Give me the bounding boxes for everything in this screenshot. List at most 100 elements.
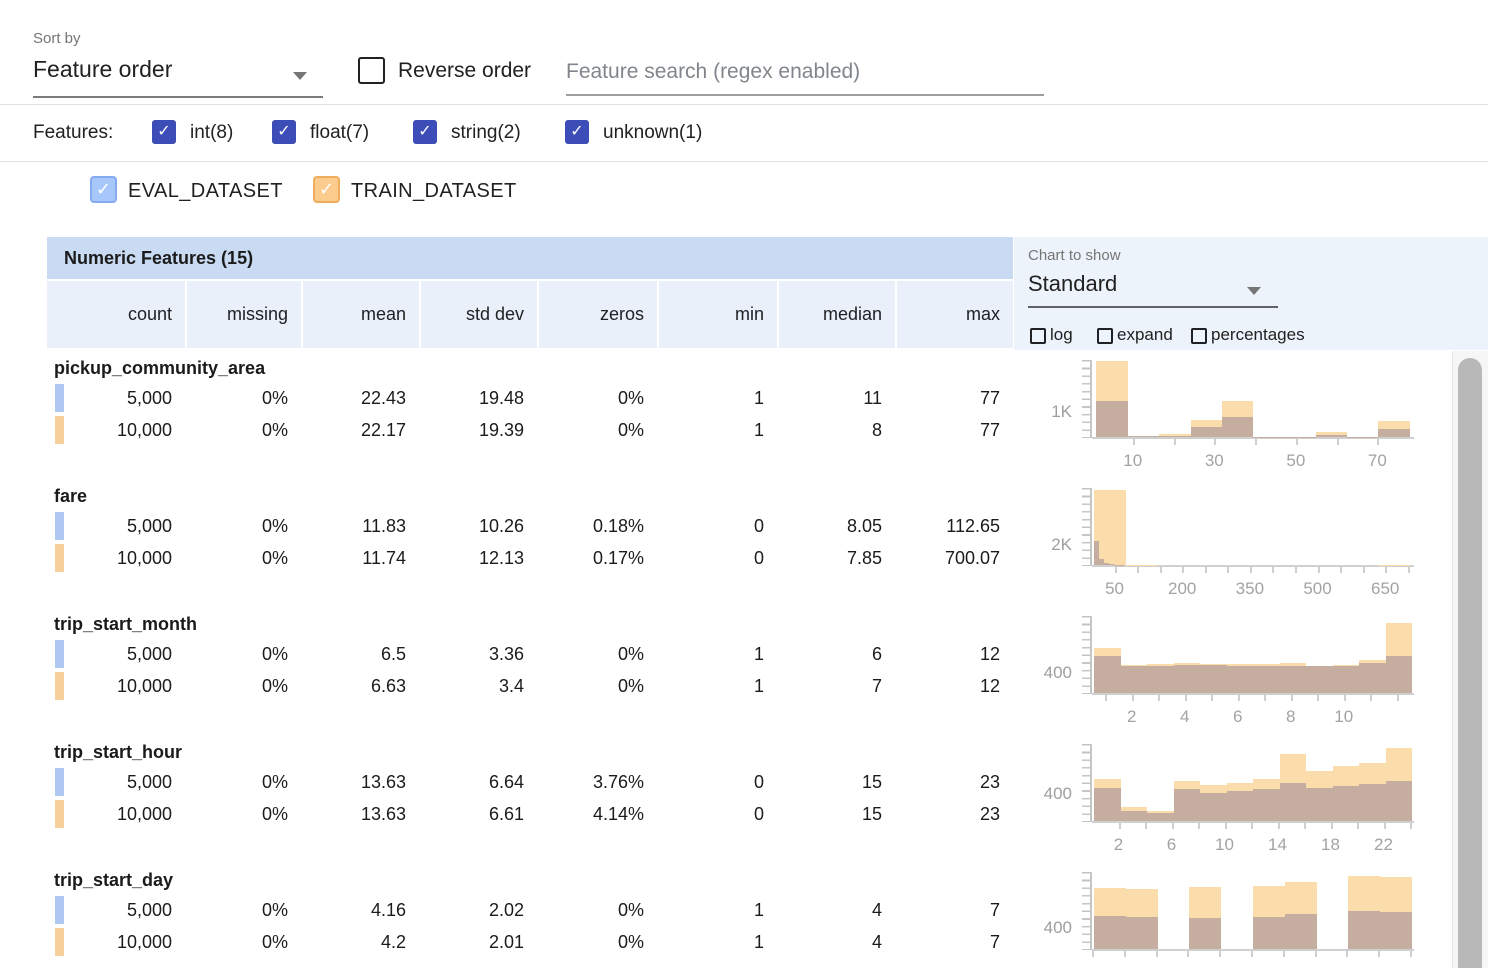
- percentages-label: percentages: [1211, 325, 1305, 345]
- x-axis-tick: [1156, 951, 1158, 957]
- eval-histogram-bar: [1191, 427, 1222, 437]
- x-axis-tick: [1214, 439, 1216, 445]
- stat-cell: 8.05: [777, 510, 895, 542]
- y-axis-ruler: [1082, 872, 1092, 950]
- column-header-count[interactable]: count: [47, 281, 185, 348]
- feature-name: pickup_community_area: [47, 352, 1013, 382]
- x-axis-tick: [1363, 567, 1365, 573]
- stat-cell: 4: [777, 894, 895, 926]
- chevron-down-icon[interactable]: [293, 72, 307, 80]
- x-axis-tick: [1187, 951, 1189, 957]
- column-header-min[interactable]: min: [657, 281, 777, 348]
- eval-stats-row: 5,000 0% 13.63 6.64 3.76% 0 15 23: [47, 766, 1013, 798]
- chart-dropdown-underline: [1028, 306, 1278, 308]
- reverse-order-checkbox[interactable]: [358, 57, 385, 84]
- x-axis-tick: [1304, 823, 1306, 829]
- stat-cell: 12.13: [419, 542, 537, 574]
- x-axis-tick-label: 2: [1110, 707, 1154, 727]
- eval-dataset-checkbox[interactable]: ✓: [90, 176, 117, 203]
- x-axis-tick: [1250, 567, 1252, 573]
- x-axis-tick: [1408, 567, 1410, 573]
- x-axis-tick-label: 10: [1111, 451, 1155, 471]
- x-axis-tick: [1315, 951, 1317, 957]
- percentages-checkbox[interactable]: [1191, 328, 1207, 344]
- y-axis-label: 400: [1014, 918, 1072, 938]
- stat-cell: 0: [657, 510, 777, 542]
- stat-cell: 7.85: [777, 542, 895, 574]
- eval-histogram-bar: [1253, 789, 1280, 821]
- x-axis-tick-label: 2: [1097, 835, 1141, 855]
- eval-histogram-bar: [1378, 429, 1409, 437]
- stat-cell: 3.36: [419, 638, 537, 670]
- x-axis-tick: [1340, 567, 1342, 573]
- stat-cell: 12: [895, 638, 1013, 670]
- stat-cell: 77: [895, 414, 1013, 446]
- x-axis-tick-label: 10: [1322, 707, 1366, 727]
- stat-cell: 1: [657, 670, 777, 702]
- eval-histogram-bar: [1126, 917, 1158, 949]
- x-axis-tick: [1357, 823, 1359, 829]
- x-axis-tick: [1337, 439, 1339, 445]
- expand-checkbox[interactable]: [1097, 328, 1113, 344]
- y-axis-ruler: [1082, 616, 1092, 694]
- x-axis-tick-label: 6: [1150, 835, 1194, 855]
- stat-cell: 23: [895, 798, 1013, 830]
- train-swatch: [55, 416, 64, 444]
- log-checkbox[interactable]: [1030, 328, 1046, 344]
- stat-cell: 22.43: [301, 382, 419, 414]
- feature-block: trip_start_day 5,000 0% 4.16 2.02 0% 1 4…: [47, 864, 1013, 968]
- eval-histogram-bar: [1128, 436, 1159, 437]
- train-swatch: [55, 544, 64, 572]
- string-filter-checkbox[interactable]: ✓: [413, 120, 437, 144]
- log-label: log: [1050, 325, 1073, 345]
- x-axis-tick-label: 70: [1355, 451, 1399, 471]
- x-axis-line: [1092, 949, 1414, 951]
- stat-cell: 13.63: [301, 766, 419, 798]
- x-axis-tick: [1397, 695, 1399, 701]
- stat-cell: 0%: [537, 414, 657, 446]
- x-axis-tick: [1296, 439, 1298, 445]
- x-axis-tick: [1370, 695, 1372, 701]
- sort-by-dropdown[interactable]: Feature order: [33, 56, 172, 83]
- unknown-filter-checkbox[interactable]: ✓: [565, 120, 589, 144]
- eval-histogram-bar: [1159, 436, 1190, 437]
- x-axis-tick: [1133, 439, 1135, 445]
- eval-swatch: [55, 768, 64, 796]
- stat-cell: 0%: [537, 382, 657, 414]
- stat-cell: 19.48: [419, 382, 537, 414]
- search-underline: [566, 94, 1044, 96]
- x-axis-tick-label: 650: [1363, 579, 1407, 599]
- int-filter-label: int(8): [190, 122, 233, 144]
- feature-block: pickup_community_area 5,000 0% 22.43 19.…: [47, 352, 1013, 480]
- stat-cell: 15: [777, 766, 895, 798]
- column-header-mean[interactable]: mean: [301, 281, 419, 348]
- stat-cell: 0%: [185, 894, 301, 926]
- eval-histogram-bar: [1200, 665, 1227, 693]
- column-header-zeros[interactable]: zeros: [537, 281, 657, 348]
- stat-cell: 0: [657, 766, 777, 798]
- stat-cell: 10,000: [47, 798, 185, 830]
- x-axis-tick: [1385, 567, 1387, 573]
- stat-cell: 22.17: [301, 414, 419, 446]
- train-dataset-checkbox[interactable]: ✓: [313, 176, 340, 203]
- float-filter-checkbox[interactable]: ✓: [272, 120, 296, 144]
- scrollbar-thumb[interactable]: [1458, 358, 1482, 968]
- vertical-scrollbar[interactable]: [1452, 351, 1488, 968]
- column-header-stddev[interactable]: std dev: [419, 281, 537, 348]
- chart-type-dropdown[interactable]: Standard: [1028, 271, 1117, 297]
- chevron-down-icon[interactable]: [1247, 287, 1261, 295]
- feature-search-input[interactable]: Feature search (regex enabled): [566, 60, 860, 84]
- stat-cell: 23: [895, 766, 1013, 798]
- int-filter-checkbox[interactable]: ✓: [152, 120, 176, 144]
- stat-cell: 1: [657, 926, 777, 958]
- x-axis-tick: [1160, 567, 1162, 573]
- column-header-missing[interactable]: missing: [185, 281, 301, 348]
- feature-block: trip_start_month 5,000 0% 6.5 3.36 0% 1 …: [47, 608, 1013, 736]
- x-axis-tick: [1251, 951, 1253, 957]
- x-axis-tick-label: 350: [1228, 579, 1272, 599]
- column-header-median[interactable]: median: [777, 281, 895, 348]
- column-header-max[interactable]: max: [895, 281, 1013, 348]
- eval-histogram-bar: [1333, 786, 1360, 821]
- stat-cell: 0.17%: [537, 542, 657, 574]
- x-axis-tick: [1272, 567, 1274, 573]
